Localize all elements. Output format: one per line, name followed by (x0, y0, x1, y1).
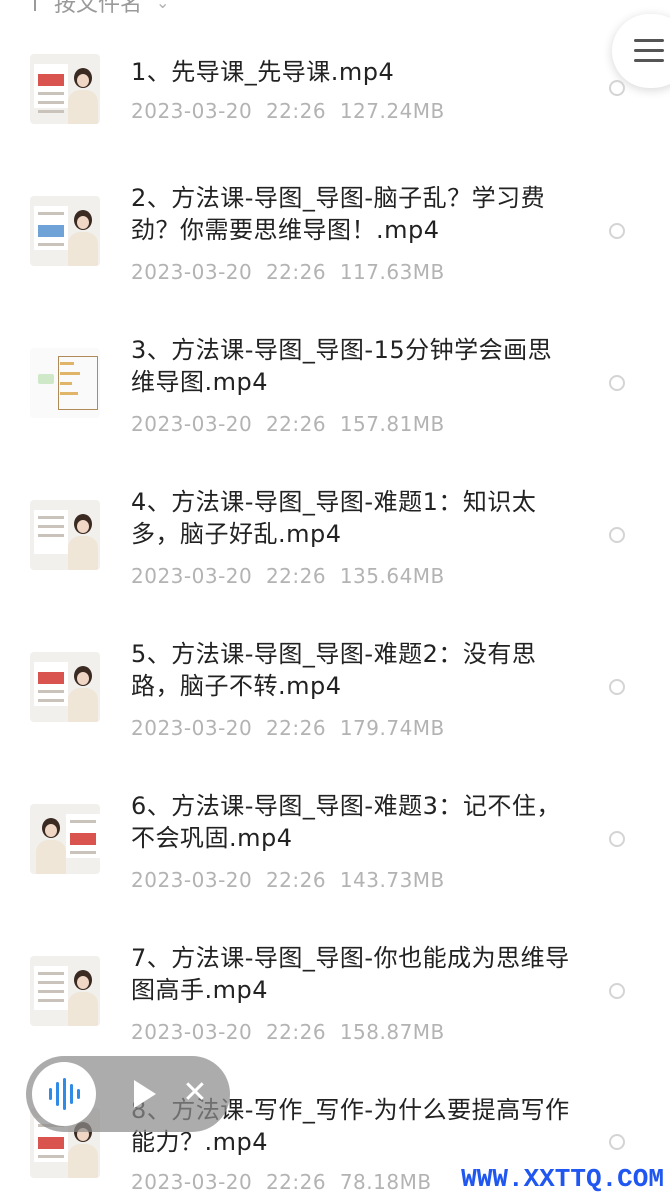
watermark: WWW.XXTTQ.COM (461, 1164, 664, 1194)
grid-view-icon[interactable] (606, 0, 632, 12)
file-size: 158.87MB (339, 1020, 445, 1044)
chevron-down-icon: ⌄ (156, 0, 170, 12)
file-date: 2023-03-20 22:26 (131, 260, 327, 284)
file-meta: 2023-03-20 22:26 179.74MB (131, 716, 445, 740)
sort-selector[interactable]: 按文件名 ⌄ (34, 0, 169, 18)
file-meta: 2023-03-20 22:26 127.24MB (131, 99, 445, 123)
select-radio[interactable] (609, 375, 625, 391)
sort-order-icon (34, 0, 36, 11)
file-name: 5、方法课-导图_导图-难题2：没有思路，脑子不转.mp4 (131, 640, 537, 700)
file-date: 2023-03-20 22:26 (131, 99, 327, 123)
select-radio[interactable] (609, 527, 625, 543)
file-date: 2023-03-20 22:26 (131, 1020, 327, 1044)
video-thumbnail (30, 956, 100, 1026)
video-thumbnail (30, 500, 100, 570)
select-radio[interactable] (609, 1134, 625, 1150)
video-thumbnail (30, 804, 100, 874)
video-thumbnail (30, 54, 100, 124)
file-date: 2023-03-20 22:26 (131, 564, 327, 588)
floating-audio-player[interactable]: ✕ (26, 1056, 230, 1132)
file-meta: 2023-03-20 22:26 78.18MB (131, 1170, 432, 1194)
select-radio[interactable] (609, 223, 625, 239)
select-radio[interactable] (609, 983, 625, 999)
file-date: 2023-03-20 22:26 (131, 868, 327, 892)
audio-waveform-icon (49, 1078, 80, 1110)
file-size: 78.18MB (339, 1170, 432, 1194)
play-icon[interactable] (134, 1080, 156, 1108)
select-radio[interactable] (609, 80, 625, 96)
file-meta: 2023-03-20 22:26 135.64MB (131, 564, 445, 588)
select-radio[interactable] (609, 679, 625, 695)
video-thumbnail (30, 652, 100, 722)
file-date: 2023-03-20 22:26 (131, 412, 327, 436)
file-meta: 2023-03-20 22:26 117.63MB (131, 260, 445, 284)
video-thumbnail (30, 196, 100, 266)
file-name: 6、方法课-导图_导图-难题3：记不住，不会巩固.mp4 (131, 792, 561, 852)
file-meta: 2023-03-20 22:26 157.81MB (131, 412, 445, 436)
file-date: 2023-03-20 22:26 (131, 1170, 327, 1194)
close-icon[interactable]: ✕ (180, 1078, 210, 1108)
file-size: 143.73MB (339, 868, 445, 892)
file-name: 2、方法课-导图_导图-脑子乱？学习费劲？你需要思维导图！.mp4 (131, 184, 546, 244)
select-radio[interactable] (609, 831, 625, 847)
file-name: 4、方法课-导图_导图-难题1：知识太多，脑子好乱.mp4 (131, 488, 537, 548)
file-meta: 2023-03-20 22:26 143.73MB (131, 868, 445, 892)
file-size: 135.64MB (339, 564, 445, 588)
file-browser-screen: 按文件名 ⌄ 1、先导课_先导课.mp4 2023-03-20 22:26 12… (0, 0, 670, 1200)
file-date: 2023-03-20 22:26 (131, 716, 327, 740)
file-size: 117.63MB (339, 260, 445, 284)
file-name: 7、方法课-导图_导图-你也能成为思维导图高手.mp4 (131, 944, 570, 1004)
file-name: 3、方法课-导图_导图-15分钟学会画思维导图.mp4 (131, 336, 553, 396)
audio-disc[interactable] (32, 1062, 96, 1126)
file-size: 127.24MB (339, 99, 445, 123)
sort-label: 按文件名 (54, 0, 143, 17)
hamburger-menu-icon (634, 39, 664, 42)
file-size: 179.74MB (339, 716, 445, 740)
floating-menu-button[interactable] (612, 14, 670, 88)
file-size: 157.81MB (339, 412, 445, 436)
file-meta: 2023-03-20 22:26 158.87MB (131, 1020, 445, 1044)
video-thumbnail (30, 348, 100, 418)
file-name: 1、先导课_先导课.mp4 (131, 58, 395, 86)
